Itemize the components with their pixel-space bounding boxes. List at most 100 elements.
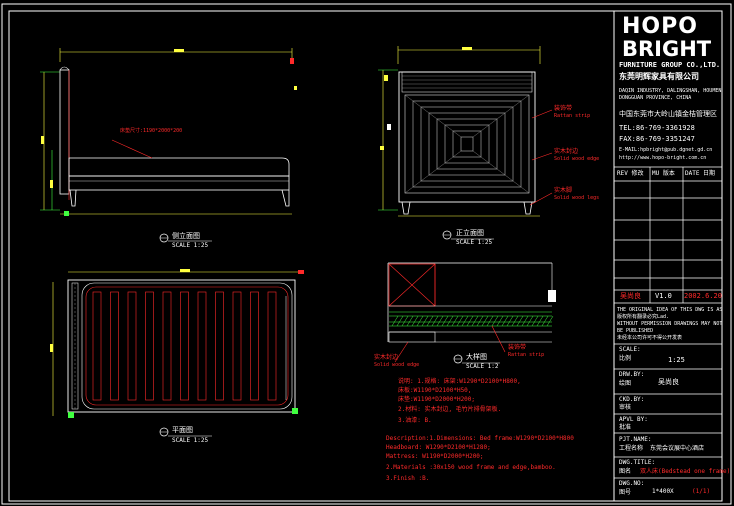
side-view-scale: SCALE 1:25 [172, 242, 209, 249]
callout-rattan-en: Rattan strip [554, 113, 591, 119]
notes-en-1: Description:1.Dimensions: Bed frame:W129… [386, 435, 574, 442]
hatch-line [401, 315, 409, 327]
logo-bright: BRIGHT [622, 37, 712, 61]
bamboo-slat [180, 291, 189, 401]
rev-version: V1.0 [655, 292, 672, 300]
address-en-1: DAQIN INDUSTRY, DALINGSHAN, HOUMEN [619, 88, 722, 94]
inner-frame [8, 10, 723, 502]
detail-edge-cn: 实木封边 [374, 354, 399, 361]
tb-title-en: DWG.TITLE: [619, 459, 656, 466]
notes-en-3: Mattress: W1190*D2000*H200; [386, 453, 484, 460]
tb-project-en: PJT.NAME: [619, 436, 652, 443]
hatch-line [501, 315, 509, 327]
bamboo-slat [127, 291, 137, 401]
address-cn: 中国东莞市大岭山镇金桔管理区 [619, 110, 717, 118]
bamboo-slats [92, 291, 277, 401]
detail-view-title: 大样图 [466, 353, 487, 361]
hatch-line [441, 315, 449, 327]
rev-date: 2002.6.20 [684, 292, 722, 300]
bamboo-slat [110, 291, 119, 401]
hatch-line [411, 315, 419, 327]
tb-scale-value: 1:25 [668, 356, 685, 364]
hatch-line [431, 315, 439, 327]
tb-drw-cn: 绘图 [619, 380, 632, 387]
hatch-line [391, 315, 399, 327]
hatch-line [471, 315, 479, 327]
bamboo-slat [250, 291, 259, 401]
callout-legs-cn: 实木脚 [554, 187, 573, 194]
notes-en-4: 2.Materials :30x150 wood frame and edge,… [386, 464, 556, 471]
bamboo-slat [215, 291, 224, 401]
hatch-line [396, 315, 404, 327]
hatch-line [416, 315, 424, 327]
notice-line-3: WITHOUT PERMISSION DRAWINGS MAY NOT [617, 321, 723, 327]
tb-dwgno-value: 1*400X [652, 488, 674, 495]
detail-rattan-en: Rattan strip [508, 352, 545, 358]
bamboo-slat [92, 291, 102, 401]
callout-rattan-cn: 装饰带 [554, 105, 573, 112]
tb-apvl-en: APVL BY: [619, 416, 648, 423]
bamboo-slat [232, 291, 242, 401]
tb-project-value: 东莞会议展中心酒店 [650, 445, 705, 452]
tb-title-value: 双人床(Bedstead one frame) [640, 468, 731, 475]
company-name-cn: 东莞明辉家具有限公司 [619, 72, 699, 81]
rev-designer: 吴尚良 [620, 292, 641, 300]
plan-view-scale: SCALE 1:25 [172, 437, 209, 444]
address-en-2: DONGGUAN PROVINCE, CHINA [619, 95, 692, 101]
front-view-scale: SCALE 1:25 [456, 239, 493, 246]
rev-header-mu: MU 版本 [652, 170, 675, 177]
plan-view [50, 269, 304, 437]
tb-dwgno-en: DWG.NO: [619, 480, 645, 487]
tb-scale-cn: 比例 [619, 355, 632, 362]
hatch-line [486, 315, 494, 327]
front-elevation-view [378, 46, 553, 240]
website: http://www.hopo-bright.com.cn [619, 155, 707, 161]
tb-scale-en: SCALE: [619, 346, 641, 353]
bamboo-slat [267, 291, 277, 401]
front-view-title: 正立面图 [456, 229, 484, 237]
hatch-line [456, 315, 464, 327]
company-name-en: FURNITURE GROUP CO.,LTD. [619, 61, 721, 69]
notice-line-5: 未经本公司许可不得公开发表 [617, 335, 683, 341]
detail-view [387, 262, 556, 364]
tb-title-cn: 图名 [619, 468, 632, 475]
tb-drw-value: 吴尚良 [658, 378, 679, 386]
plan-view-title: 平面图 [172, 426, 193, 434]
hatch-line [421, 315, 429, 327]
hatch-line [511, 315, 519, 327]
hatch-line [546, 315, 554, 327]
notes-cn-4: 2.材料: 实木封边, 毛竹片排骨架板. [398, 406, 502, 413]
tb-ckd-en: CKD.BY: [619, 396, 645, 403]
detail-view-scale: SCALE 1:2 [466, 363, 499, 370]
callout-legs-en: Solid wood legs [554, 195, 600, 201]
hatch-line [406, 315, 414, 327]
rev-header-rev: REV 修改 [617, 170, 644, 177]
notes-cn-2: 床板:W1190*D2100*H50, [398, 387, 472, 394]
side-view-title: 侧立面图 [172, 232, 200, 240]
hatch-line [536, 315, 544, 327]
tb-dwgno-cn: 图号 [619, 489, 632, 496]
side-elevation-view [40, 48, 297, 243]
bamboo-slat [197, 291, 207, 401]
notes-en-5: 3.Finish :B. [386, 475, 430, 482]
hatch-line [506, 315, 514, 327]
tel: TEL:86-769-3361928 [619, 124, 695, 132]
tb-project-cn: 工程名称 [619, 445, 644, 452]
hatch-line [466, 315, 474, 327]
hatch-line [436, 315, 444, 327]
notice-line-4: BE PUBLISHED [617, 328, 654, 334]
callout-edge-cn: 实木封边 [554, 148, 579, 155]
callout-edge-en: Solid wood edge [554, 156, 600, 162]
detail-rattan-cn: 装饰带 [508, 344, 527, 351]
notes-en-2: Headboard: W1290*D2100*H1280; [386, 444, 491, 451]
hatch-line [476, 315, 484, 327]
email: E-MAIL:hpbright@pub.dgnet.gd.cn [619, 147, 713, 153]
rev-header-date: DATE 日期 [685, 170, 716, 177]
tb-ckd-cn: 审核 [619, 404, 632, 411]
notes-cn-1: 说明: 1.规格: 床架:W1290*D2100*H800, [398, 378, 521, 385]
hatch-line [496, 315, 504, 327]
notes-cn-5: 3.油漆: B. [398, 417, 432, 424]
hatch-line [446, 315, 454, 327]
bamboo-slat [145, 291, 154, 401]
hatch-line [491, 315, 499, 327]
